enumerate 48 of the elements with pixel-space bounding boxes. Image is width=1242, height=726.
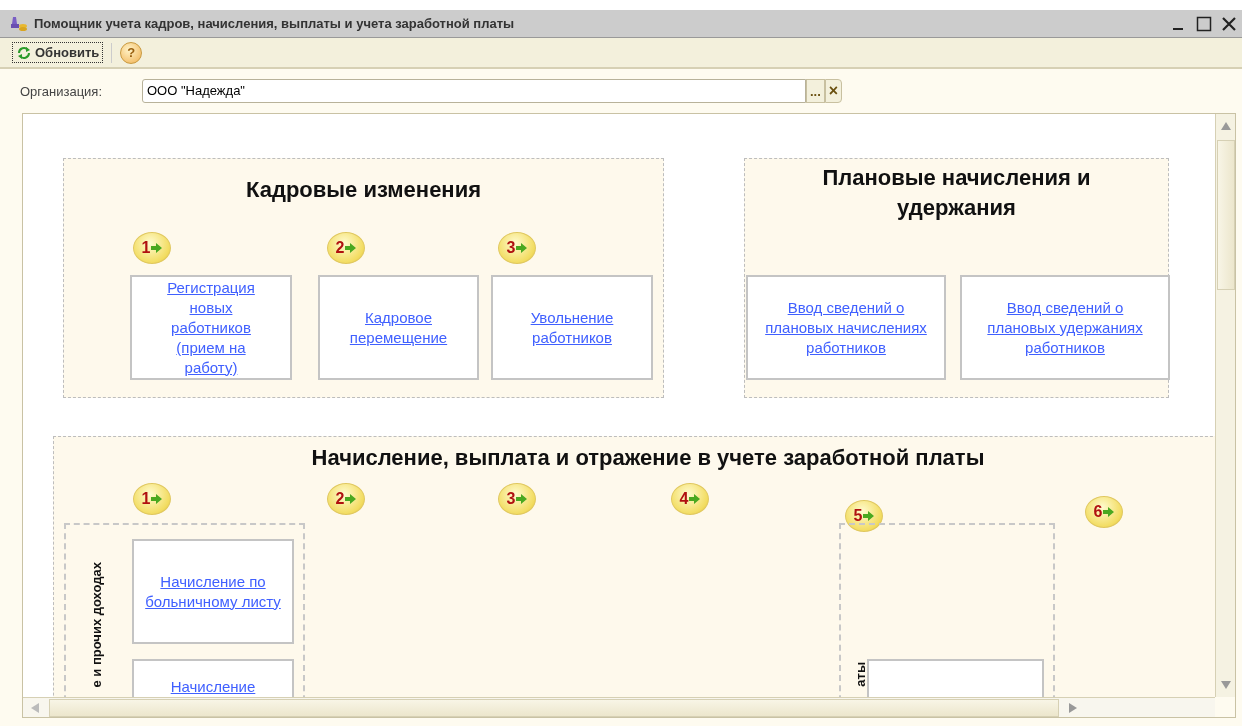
step-number: 1: [141, 490, 151, 508]
action-link[interactable]: Регистрация новых работников (прием на работу): [151, 277, 271, 378]
step-number: 1: [141, 239, 151, 257]
maximize-icon[interactable]: [1196, 15, 1212, 32]
group-caption: е и прочих доходах: [88, 561, 105, 687]
section-title: Кадровые изменения: [245, 176, 482, 204]
arrow-icon: [516, 494, 528, 504]
arrow-icon: [1103, 507, 1115, 517]
refresh-button[interactable]: Обновить: [12, 42, 104, 63]
arrow-icon: [151, 494, 163, 504]
section-title: Начисление, выплата и отражение в учете заработной платы: [310, 444, 986, 472]
scroll-down-icon[interactable]: [1220, 681, 1231, 689]
arrow-icon: [863, 511, 875, 521]
select-button[interactable]: ...: [806, 79, 825, 103]
action-link[interactable]: Начисление: [170, 677, 256, 697]
organization-field[interactable]: ООО "Надежда": [142, 79, 806, 103]
step-number: 3: [506, 490, 516, 508]
arrow-icon: [345, 494, 357, 504]
step-number: 2: [335, 490, 345, 508]
horizontal-scrollbar[interactable]: [23, 697, 1215, 717]
action-link[interactable]: Начисление по больничному листу: [143, 571, 283, 612]
scroll-left-icon[interactable]: [31, 702, 39, 713]
organization-label: Организация:: [20, 83, 104, 99]
step-number: 2: [335, 239, 345, 257]
vertical-scrollbar[interactable]: [1215, 114, 1235, 697]
arrow-icon: [151, 243, 163, 253]
step-number: 3: [506, 239, 516, 257]
window-title: Помощник учета кадров, начисления, выплаты и учета заработной платы: [34, 16, 516, 31]
scroll-thumb[interactable]: [1216, 140, 1235, 290]
arrow-icon: [345, 243, 357, 253]
scroll-right-icon[interactable]: [1069, 702, 1077, 713]
action-link[interactable]: Увольнение работников: [512, 307, 632, 348]
app-icon: [10, 15, 28, 32]
action-link[interactable]: Ввод сведений о плановых удержаниях работников: [980, 297, 1150, 358]
action-link[interactable]: Ввод сведений о плановых начислениях работников: [754, 297, 938, 358]
arrow-icon: [516, 243, 528, 253]
help-button[interactable]: ?: [120, 41, 143, 64]
group-caption: аты: [852, 662, 869, 687]
close-icon[interactable]: [1222, 16, 1236, 31]
scroll-up-icon[interactable]: [1220, 122, 1231, 130]
step-number: 6: [1093, 503, 1103, 521]
refresh-icon: [16, 45, 32, 60]
scroll-thumb[interactable]: [49, 698, 1059, 717]
arrow-icon: [689, 494, 701, 504]
section-title: Плановые начисления и удержания: [821, 164, 1092, 222]
action-link[interactable]: Кадровое перемещение: [328, 307, 469, 348]
step-number: 5: [853, 507, 863, 525]
step-number: 4: [679, 490, 689, 508]
